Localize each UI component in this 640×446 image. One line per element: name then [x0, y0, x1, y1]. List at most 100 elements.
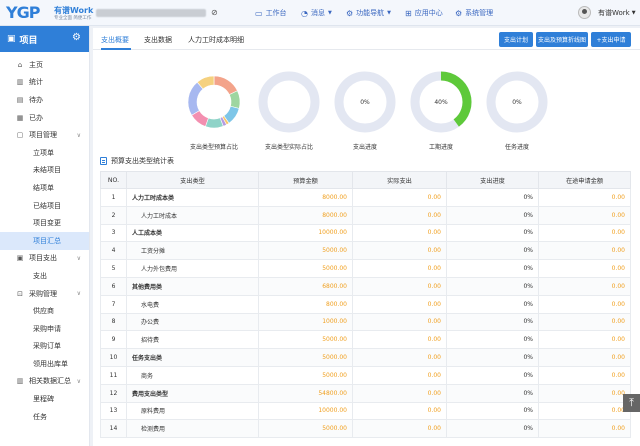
sidebar-header: ▣ 项目 ⚙ — [0, 26, 89, 52]
user-menu[interactable]: 有谱Work ▼ — [598, 0, 636, 26]
sidebar-item-label: 统计 — [29, 78, 43, 87]
pending-amount: 0.00 — [538, 223, 631, 243]
sidebar-group-project-expense[interactable]: ▣ 项目支出 ∨ — [0, 250, 89, 268]
sidebar-item-purchase-order[interactable]: 采购订单 — [0, 338, 89, 356]
sidebar-item-todo[interactable]: ▤ 待办 — [0, 91, 89, 109]
column-header: 实际支出 — [352, 171, 447, 189]
sidebar-item-label: 主页 — [29, 60, 43, 69]
sidebar-item-label: 已办 — [29, 113, 43, 122]
gear-icon: ⚙ — [455, 8, 463, 18]
pending-amount: 0.00 — [538, 259, 631, 278]
table-row[interactable]: 14 检测费用 5000.00 0.00 0% 0.00 — [100, 419, 631, 439]
sidebar-item-expense[interactable]: 支出 — [0, 267, 89, 285]
row-number: 13 — [100, 401, 127, 421]
table-row[interactable]: 8 办公费 1000.00 0.00 0% 0.00 — [100, 312, 631, 332]
table-row[interactable]: 1 人力工时成本类 8000.00 0.00 0% 0.00 — [100, 188, 631, 207]
donut-ring — [258, 71, 320, 133]
nav-workbench[interactable]: ▭ 工作台 — [255, 0, 287, 26]
table-row[interactable]: 5 人力外包费用 5000.00 0.00 0% 0.00 — [100, 259, 631, 278]
expense-type: 费用支出类型 — [126, 383, 259, 403]
nav-system[interactable]: ⚙ 系统管理 — [455, 0, 493, 26]
table-row[interactable]: 7 水电费 800.00 0.00 0% 0.00 — [100, 294, 631, 314]
nav-app-center[interactable]: ⊞ 应用中心 — [405, 0, 443, 26]
nav-messages[interactable]: ◔ 消息 ▼ — [301, 0, 332, 26]
expense-progress: 0% — [446, 419, 539, 439]
table-row[interactable]: 3 人工成本类 10000.00 0.00 0% 0.00 — [100, 223, 631, 243]
sidebar-item-milestone[interactable]: 里程碑 — [0, 390, 89, 408]
budget-amount: 6800.00 — [258, 276, 353, 296]
avatar[interactable] — [578, 6, 591, 19]
scroll-to-top-button[interactable]: ⤒ — [623, 394, 640, 412]
table-row[interactable]: 9 招待费 5000.00 0.00 0% 0.00 — [100, 330, 631, 350]
table-row[interactable]: 10 任务支出类 5000.00 0.00 0% 0.00 — [100, 348, 631, 367]
budget-amount: 800.00 — [258, 294, 353, 314]
table-row[interactable]: 13 原料费用 10000.00 0.00 0% 0.00 — [100, 401, 631, 421]
sidebar-item-outbound[interactable]: 领用出库单 — [0, 355, 89, 373]
gear-icon[interactable]: ⚙ — [72, 32, 81, 43]
sidebar-item-open-projects[interactable]: 未结项目 — [0, 162, 89, 180]
tab-labor-cost-detail[interactable]: 人力工时成本明细 — [188, 35, 244, 45]
section-title: 预算支出类型统计表 — [100, 156, 174, 166]
expense-type: 工资分摊 — [126, 241, 259, 261]
sidebar-item-label: 相关数据汇总 — [29, 377, 71, 386]
expense-progress: 0% — [446, 276, 539, 296]
table-title: 预算支出类型统计表 — [111, 157, 174, 165]
sidebar-item-stats[interactable]: ▥ 统计 — [0, 74, 89, 92]
sidebar-item-label: 项目变更 — [33, 219, 61, 228]
redacted-project-name — [96, 9, 206, 17]
sidebar-item-home[interactable]: ⌂ 主页 — [0, 56, 89, 74]
expense-chart-button[interactable]: 支出及预算折线图 — [536, 32, 588, 47]
donut-label: 支出类型实际占比 — [264, 144, 313, 151]
nav-function[interactable]: ⚙ 功能导航 ▼ — [346, 0, 391, 26]
budget-amount: 5000.00 — [258, 348, 353, 367]
sidebar-group-data-summary[interactable]: ▥ 相关数据汇总 ∨ — [0, 373, 89, 391]
expense-type: 人力工时成本 — [126, 205, 259, 225]
budget-type-chart — [187, 75, 241, 129]
table-row[interactable]: 2 人力工时成本 8000.00 0.00 0% 0.00 — [100, 205, 631, 225]
sidebar-group-project-mgmt[interactable]: ▢ 项目管理 ∨ — [0, 126, 89, 144]
table-row[interactable]: 11 商务 5000.00 0.00 0% 0.00 — [100, 365, 631, 385]
nav-system-label: 系统管理 — [465, 9, 494, 17]
sidebar-item-label: 采购订单 — [33, 342, 61, 351]
chevron-down-icon: ▼ — [631, 10, 636, 16]
expense-progress: 0% — [446, 205, 539, 225]
expense-plan-button[interactable]: 支出计划 — [499, 32, 533, 47]
tab-expense-data[interactable]: 支出数据 — [144, 35, 172, 45]
budget-amount: 1000.00 — [258, 312, 353, 332]
donut-label: 工期进度 — [428, 144, 453, 151]
tab-expense-overview[interactable]: 支出概要 — [101, 35, 129, 45]
budget-amount: 5000.00 — [258, 241, 353, 261]
refresh-icon[interactable]: ⊘ — [211, 8, 218, 17]
cart-icon: ⊡ — [17, 289, 23, 298]
sidebar-item-closing-form[interactable]: 结项单 — [0, 179, 89, 197]
sidebar-item-supplier[interactable]: 供应商 — [0, 302, 89, 320]
chevron-down-icon: ∨ — [76, 290, 81, 298]
sidebar-item-project-summary[interactable]: 项目汇总 — [0, 231, 89, 250]
row-number: 9 — [100, 330, 127, 350]
logo-mark: YGP — [6, 3, 40, 22]
sidebar-item-purchase-request[interactable]: 采购申请 — [0, 320, 89, 338]
top-bar: YGP 有谱Work 专业全面 简便工作 ⊘ ▭ 工作台 ◔ 消息 ▼ ⚙ 功能… — [0, 0, 640, 26]
table-row[interactable]: 6 其他费用类 6800.00 0.00 0% 0.00 — [100, 276, 631, 296]
sidebar-item-label: 待办 — [29, 95, 43, 104]
sidebar-item-closed-projects[interactable]: 已结项目 — [0, 197, 89, 215]
expense-apply-button[interactable]: +支出申请 — [591, 32, 631, 47]
row-number: 8 — [100, 312, 127, 332]
budget-type-table: NO. 支出类型 预算金额 实际支出 支出进度 在途申请金额 1 人力工时成本类 8… — [100, 171, 631, 439]
sidebar-item-task[interactable]: 任务 — [0, 408, 89, 426]
pending-amount: 0.00 — [538, 241, 631, 261]
sidebar-item-project-change[interactable]: 项目变更 — [0, 214, 89, 232]
row-number: 10 — [100, 348, 127, 367]
sidebar-item-done[interactable]: ▦ 已办 — [0, 109, 89, 127]
table-body: 1 人力工时成本类 8000.00 0.00 0% 0.00 2 人力工时成本 8000.00 0… — [100, 188, 631, 439]
sidebar-group-purchase[interactable]: ⊡ 采购管理 ∨ — [0, 285, 89, 303]
pending-amount: 0.00 — [538, 383, 631, 403]
table-row[interactable]: 12 费用支出类型 54800.00 0.00 0% 0.00 — [100, 383, 631, 403]
column-header: 预算金额 — [258, 171, 353, 189]
actual-type-donut: 支出类型实际占比 — [249, 68, 329, 151]
expense-progress: 0% — [446, 241, 539, 261]
donut-label: 支出进度 — [352, 144, 377, 151]
table-row[interactable]: 4 工资分摊 5000.00 0.00 0% 0.00 — [100, 241, 631, 261]
sidebar-item-initiation[interactable]: 立项单 — [0, 144, 89, 162]
brand-logo[interactable]: YGP 有谱Work 专业全面 简便工作 — [6, 3, 98, 23]
